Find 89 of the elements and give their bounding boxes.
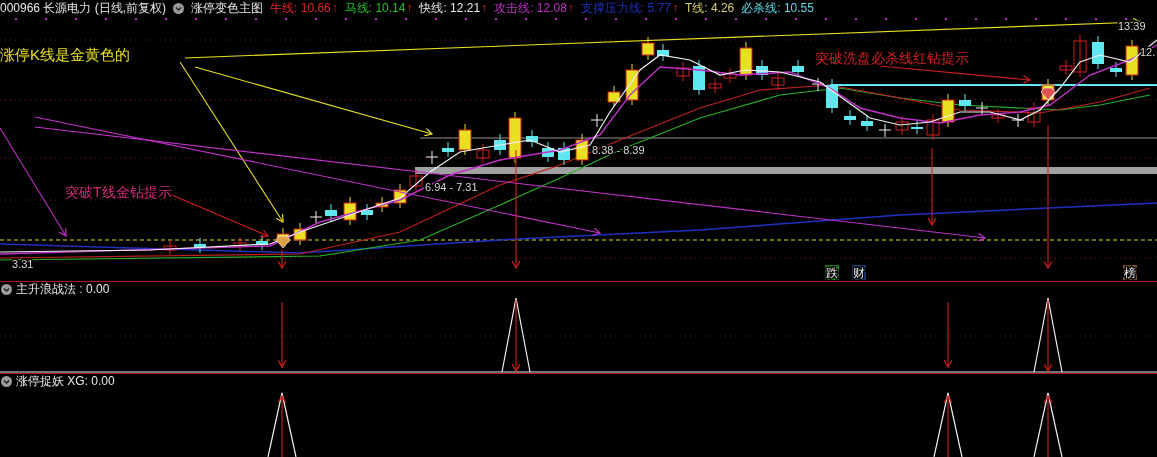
legend-value: T线: 4.26 [684,0,735,17]
candlestick [542,141,554,163]
candlestick [708,77,722,94]
candlestick [375,196,389,213]
signal-arrow [1043,395,1053,457]
legend-value: 快线: 12.21 [419,0,481,17]
up-arrow: ↑ [671,1,678,15]
indicator-name: 涨停变色主图 [191,0,264,17]
candlestick [878,123,892,138]
legend-value: 攻击线: 12.08 [494,0,567,17]
candlestick [309,210,323,224]
candlestick [590,113,604,128]
legend-value: 支撑压力线: 5.77 [580,0,671,17]
candlestick [844,109,856,126]
dropdown-icon[interactable] [1,376,12,387]
candlestick [425,150,439,165]
candlestick [991,108,1005,124]
annotation-text: 涨停K线是金黄色的 [0,46,130,63]
candlestick [343,196,357,226]
legend-value: 必杀线: 10.55 [741,0,814,17]
signal-peak [1033,392,1063,457]
candlestick [442,141,454,158]
candlestick [1092,35,1104,70]
diamond-icon [1040,87,1056,101]
price-label: 8.38 - 8.39 [592,144,645,156]
signal-badge: 财 [852,265,866,280]
candlestick [723,67,737,84]
candlestick [792,59,804,78]
candlestick [526,129,538,148]
arrow [277,249,287,269]
dropdown-icon[interactable] [1,284,12,295]
candlestick [1125,39,1139,81]
indicator-name: 涨停捉妖 XG: 0.00 [16,373,115,390]
indicator-name: 主升浪战法 : 0.00 [16,281,110,298]
candlestick [975,101,989,116]
candlestick [233,236,247,252]
signal-badge: 榜 [1123,265,1137,280]
signal-arrow [277,301,287,368]
dropdown-icon[interactable] [173,2,185,14]
candlestick [325,203,337,222]
up-arrow: ↑ [331,1,338,15]
signal-arrow [277,395,287,457]
price-label: 3.31 [12,258,34,270]
signal-peak [933,392,963,457]
candlestick [739,41,753,81]
candlestick [625,63,639,106]
candlestick [558,141,570,166]
stock-title: 000966 长源电力 (日线,前复权) [0,0,167,17]
candlestick [1027,101,1041,128]
candlestick [771,71,785,91]
candlestick [361,203,373,221]
candlestick [476,143,490,164]
up-arrow: ↑ [481,1,488,15]
candlestick [256,234,268,251]
price-label: 13.39 [1118,20,1146,32]
candlestick [575,133,589,166]
candlestick [194,237,206,254]
candlestick [756,59,768,81]
signal-badge: 跌 [825,265,839,280]
candlestick [941,93,955,128]
candlestick [393,183,407,209]
price-label: 6.94 - 7.31 [425,181,478,193]
candlestick [693,59,705,96]
legend-value: 牛线: 10.66 [270,0,331,17]
annotation-text: 突破洗盘必杀线红钻提示 [815,50,969,66]
candlestick [959,93,971,112]
candlestick [293,222,307,246]
candlestick [861,114,873,132]
candlestick [657,43,669,62]
up-arrow: ↑ [406,1,413,15]
candlestick [458,123,472,156]
signal-peak [267,392,297,457]
candlestick [926,113,940,141]
candlestick [1110,61,1122,78]
diamond-icon [275,235,291,249]
candlestick [607,85,621,108]
signal-arrow [943,395,953,457]
candlestick [911,120,923,135]
candlestick [494,133,506,156]
candlestick [895,115,909,136]
legend-value: 马线: 10.14 [344,0,406,17]
candlestick [641,36,655,61]
candlestick [409,169,423,192]
candlestick [1011,113,1025,128]
signal-arrow [943,301,953,368]
candlestick [163,239,177,256]
candlestick [676,61,690,82]
up-arrow: ↑ [567,1,574,15]
candlestick [508,111,522,164]
